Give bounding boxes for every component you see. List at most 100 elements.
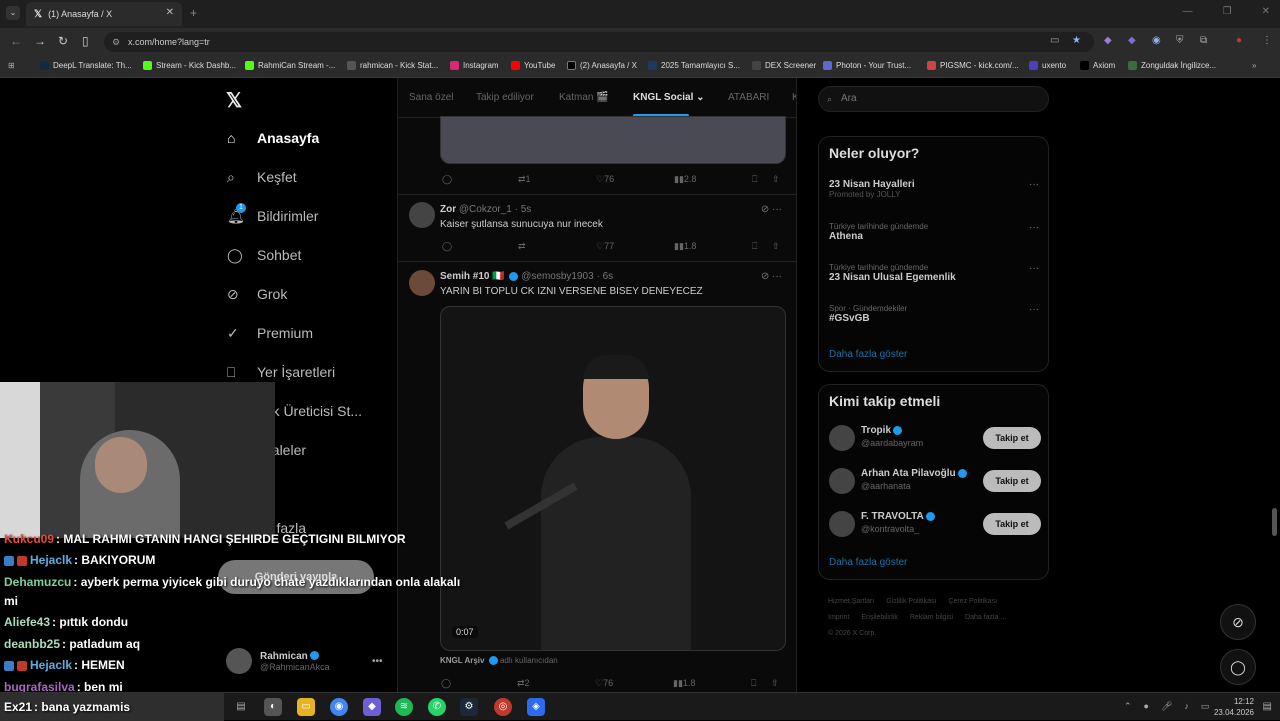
bookmark-item[interactable]: Photon - Your Trust...: [823, 61, 911, 70]
trend-item[interactable]: 23 Nisan Hayalleri Promoted by JOLLY ···: [829, 179, 1039, 199]
share-icon[interactable]: ⇧: [772, 174, 780, 185]
tab-for-you[interactable]: Sana özel: [409, 92, 453, 103]
show-more-link[interactable]: Daha fazla göster: [829, 557, 907, 568]
retweet-button[interactable]: ⇄ 1: [518, 174, 531, 185]
sidebar-icon[interactable]: ▯: [82, 34, 89, 48]
more-dots-icon[interactable]: ···: [1029, 263, 1039, 274]
more-dots-icon[interactable]: ···: [1029, 222, 1039, 233]
steam-icon[interactable]: ⚙: [460, 698, 478, 716]
new-tab-icon[interactable]: +: [190, 6, 197, 20]
tab-katman[interactable]: Katman 🎬: [559, 92, 609, 103]
tab-k[interactable]: K: [792, 92, 796, 103]
bookmark-item[interactable]: Axiom: [1080, 61, 1115, 70]
footer-link[interactable]: Erişilebilirlik: [861, 614, 898, 621]
like-button[interactable]: ♡ 76: [595, 678, 613, 689]
more-bookmarks-icon[interactable]: »: [1252, 61, 1256, 70]
app-icon[interactable]: ◈: [527, 698, 545, 716]
system-tray[interactable]: ⌃ ● 🎤︎ ♪ ▭: [1124, 701, 1209, 712]
footer-link[interactable]: Hizmet Şartları: [828, 598, 874, 605]
nav-chat[interactable]: ◯ Sohbet: [227, 247, 301, 263]
nav-bookmarks[interactable]: ⎕ Yer İşaretleri: [227, 364, 335, 380]
file-explorer-icon[interactable]: ▭: [297, 698, 315, 716]
grok-fab-icon[interactable]: ⊘: [1220, 604, 1256, 640]
clock[interactable]: 12:12 23.04.2026: [1214, 696, 1254, 718]
app-icon[interactable]: ◐: [264, 698, 282, 716]
shield-icon[interactable]: ⛨: [1176, 35, 1184, 46]
tweet-video[interactable]: [440, 306, 786, 651]
bookmark-item[interactable]: uxento: [1029, 61, 1066, 70]
more-dots-icon[interactable]: ⊘ ···: [761, 271, 782, 282]
follow-button[interactable]: Takip et: [983, 513, 1041, 535]
bookmark-item[interactable]: DeepL Translate: Th...: [40, 61, 132, 70]
avatar[interactable]: [829, 468, 855, 494]
bookmark-item[interactable]: PIGSMC - kick.com/...: [927, 61, 1019, 70]
minimize-icon[interactable]: —: [1183, 6, 1193, 17]
app-icon[interactable]: ◎: [494, 698, 512, 716]
task-view-icon[interactable]: ▤: [232, 698, 250, 716]
bookmark-item[interactable]: Zonguldak İngilizce...: [1128, 61, 1216, 70]
trend-item[interactable]: Türkiye tarihinde gündemde 23 Nisan Ulus…: [829, 263, 1039, 283]
bookmark-icon[interactable]: ⎕: [752, 241, 757, 252]
more-dots-icon[interactable]: ···: [1029, 179, 1039, 190]
bookmark-item[interactable]: RahmiCan Stream -...: [245, 61, 335, 70]
extension-icon[interactable]: ◆: [1104, 35, 1112, 46]
avatar[interactable]: [829, 425, 855, 451]
tab-search-icon[interactable]: ⌄: [6, 6, 20, 20]
bookmark-icon[interactable]: ⎕: [752, 174, 757, 185]
scrollbar-thumb[interactable]: [1272, 508, 1277, 536]
spotify-icon[interactable]: ≋: [395, 698, 413, 716]
avatar[interactable]: [409, 270, 435, 296]
follow-button[interactable]: Takip et: [983, 470, 1041, 492]
tab-close-icon[interactable]: ✕: [166, 7, 174, 18]
cast-icon[interactable]: ▭: [1050, 35, 1059, 46]
messages-fab-icon[interactable]: ◯: [1220, 649, 1256, 685]
footer-link[interactable]: Imprint: [828, 614, 849, 621]
footer-link[interactable]: Reklam bilgisi: [910, 614, 953, 621]
views-button[interactable]: ▮▮ 1.8: [674, 241, 696, 252]
trend-item[interactable]: Spor · Gündemdekiler #GSvGB ···: [829, 304, 1039, 324]
footer-link[interactable]: Çerez Politikası: [948, 598, 997, 605]
bookmark-item[interactable]: 2025 Tamamlayıcı S...: [648, 61, 740, 70]
x-logo-icon[interactable]: 𝕏: [226, 88, 242, 113]
like-button[interactable]: ♡ 76: [596, 174, 614, 185]
bookmark-item[interactable]: DEX Screener: [752, 61, 816, 70]
browser-menu-icon[interactable]: ⋮: [1262, 35, 1272, 46]
back-icon[interactable]: ←: [10, 34, 22, 48]
bookmark-item[interactable]: Stream - Kick Dashb...: [143, 61, 236, 70]
reload-icon[interactable]: ↻: [58, 34, 68, 48]
profile-avatar-icon[interactable]: ●: [1236, 35, 1242, 46]
whatsapp-icon[interactable]: ✆: [428, 698, 446, 716]
extension-icon[interactable]: ◉: [1152, 35, 1161, 46]
chrome-icon[interactable]: ◉: [330, 698, 348, 716]
share-icon[interactable]: ⇧: [772, 241, 780, 252]
browser-tab[interactable]: 𝕏 (1) Anasayfa / X ✕: [26, 2, 182, 26]
more-dots-icon[interactable]: ···: [1029, 304, 1039, 315]
reply-icon[interactable]: ◯: [442, 241, 452, 252]
tab-atabari[interactable]: ATABARI: [728, 92, 769, 103]
extension-icon[interactable]: ◆: [1128, 35, 1136, 46]
footer-link[interactable]: Gizlilik Politikası: [886, 598, 936, 605]
show-more-link[interactable]: Daha fazla göster: [829, 349, 907, 360]
forward-icon[interactable]: →: [34, 34, 46, 48]
nav-explore[interactable]: ⌕ Keşfet: [227, 169, 297, 185]
site-info-icon[interactable]: ⚙: [112, 32, 120, 52]
nav-grok[interactable]: ⊘ Grok: [227, 286, 287, 302]
share-icon[interactable]: ⇧: [771, 678, 779, 689]
maximize-icon[interactable]: ❐: [1223, 6, 1232, 17]
extensions-puzzle-icon[interactable]: ⧉: [1200, 35, 1207, 46]
apps-grid-icon[interactable]: ⊞: [8, 61, 15, 70]
notification-icon[interactable]: ▤: [1263, 701, 1272, 712]
video-source[interactable]: KNGL Arşiv adlı kullanıcıdan: [440, 656, 558, 666]
follow-button[interactable]: Takip et: [983, 427, 1041, 449]
url-field[interactable]: ⚙ x.com/home?lang=tr: [104, 32, 1094, 52]
retweet-button[interactable]: ⇄: [518, 241, 526, 252]
footer-link[interactable]: Daha fazla ...: [965, 614, 1006, 621]
views-button[interactable]: ▮▮ 1.8: [673, 678, 695, 689]
tab-kngl-social[interactable]: KNGL Social ⌄: [633, 92, 705, 103]
like-button[interactable]: ♡ 77: [596, 241, 614, 252]
retweet-button[interactable]: ⇄ 2: [517, 678, 530, 689]
nav-home[interactable]: ⌂ Anasayfa: [227, 130, 319, 146]
bookmark-item[interactable]: rahmican - Kick Stat...: [347, 61, 438, 70]
tweet-media[interactable]: [440, 116, 786, 164]
avatar[interactable]: [829, 511, 855, 537]
